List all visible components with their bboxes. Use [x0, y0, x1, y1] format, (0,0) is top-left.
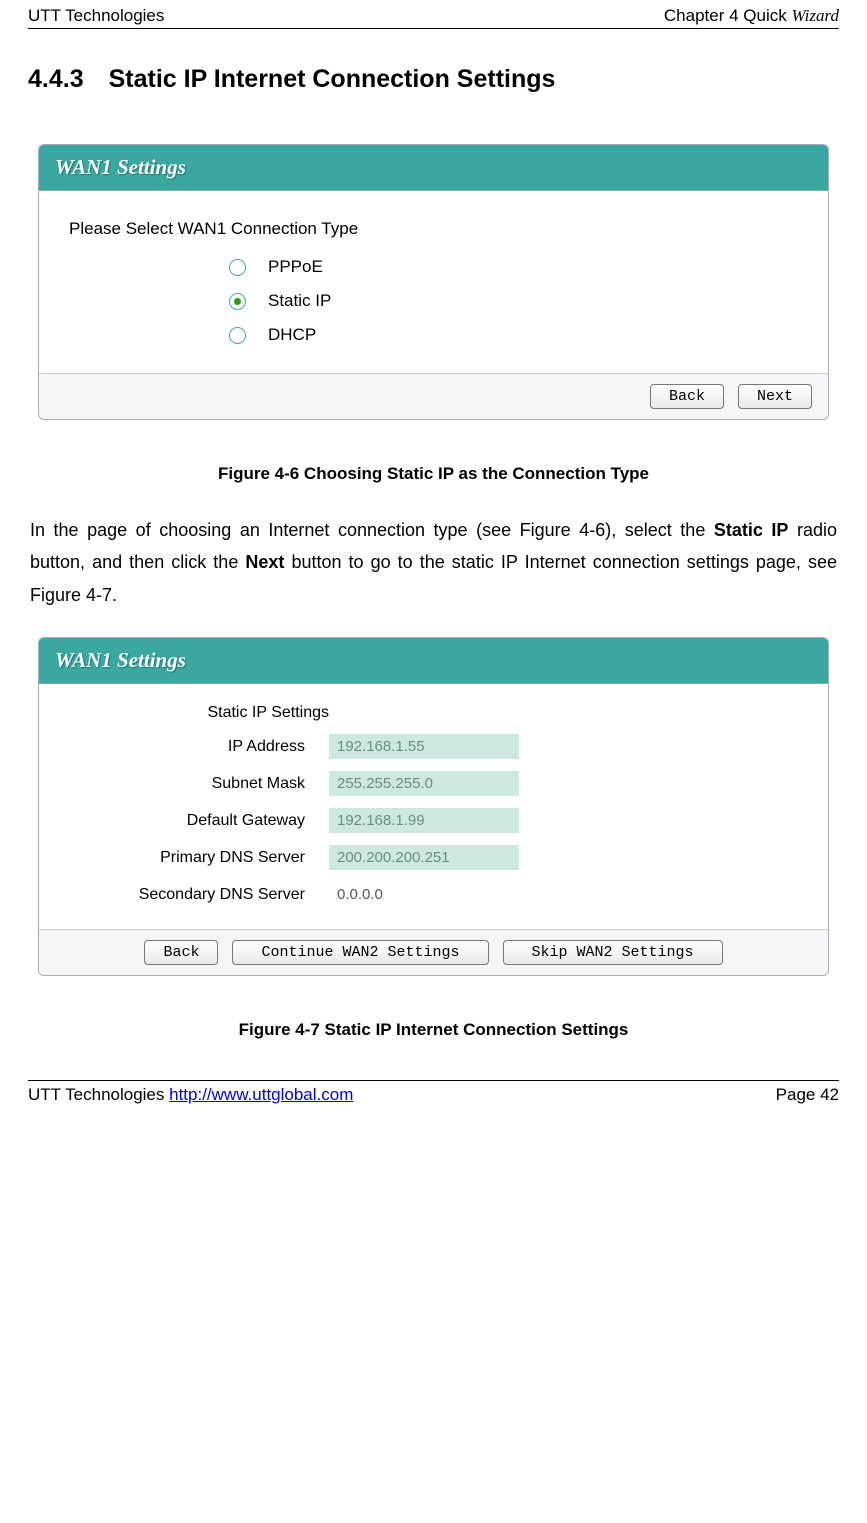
- footer-link[interactable]: http://www.uttglobal.com: [169, 1085, 353, 1104]
- connection-type-prompt: Please Select WAN1 Connection Type: [69, 219, 798, 239]
- panel-footer: Back Continue WAN2 Settings Skip WAN2 Se…: [39, 929, 828, 975]
- footer-right: Page 42: [776, 1085, 839, 1105]
- continue-wan2-button[interactable]: Continue WAN2 Settings: [232, 940, 488, 965]
- radio-icon: [229, 293, 246, 310]
- field-label: Default Gateway: [69, 812, 329, 830]
- radio-label: Static IP: [268, 291, 331, 311]
- form-heading: Static IP Settings: [69, 704, 329, 722]
- field-secondary-dns: Secondary DNS Server: [69, 882, 798, 907]
- panel-footer: Back Next: [39, 373, 828, 419]
- page-header: UTT Technologies Chapter 4 Quick Wizard: [28, 0, 839, 29]
- radio-row-pppoe[interactable]: PPPoE: [229, 257, 798, 277]
- figure-caption-4-7: Figure 4-7 Static IP Internet Connection…: [28, 1020, 839, 1040]
- radio-icon: [229, 259, 246, 276]
- header-right: Chapter 4 Quick Wizard: [664, 6, 839, 26]
- radio-row-static-ip[interactable]: Static IP: [229, 291, 798, 311]
- radio-label: DHCP: [268, 325, 316, 345]
- field-label: Subnet Mask: [69, 775, 329, 793]
- body-paragraph: In the page of choosing an Internet conn…: [30, 514, 837, 611]
- section-heading: 4.4.3 Static IP Internet Connection Sett…: [28, 65, 839, 94]
- subnet-mask-input[interactable]: [329, 771, 519, 796]
- radio-row-dhcp[interactable]: DHCP: [229, 325, 798, 345]
- radio-label: PPPoE: [268, 257, 323, 277]
- panel-header: WAN1 Settings: [39, 638, 828, 684]
- panel-title: WAN1 Settings: [55, 155, 186, 179]
- page-footer: UTT Technologies http://www.uttglobal.co…: [28, 1080, 839, 1113]
- back-button[interactable]: Back: [650, 384, 724, 409]
- skip-wan2-button[interactable]: Skip WAN2 Settings: [503, 940, 723, 965]
- connection-type-radio-group: PPPoE Static IP DHCP: [229, 257, 798, 345]
- field-label: Primary DNS Server: [69, 849, 329, 867]
- back-button[interactable]: Back: [144, 940, 218, 965]
- footer-left: UTT Technologies http://www.uttglobal.co…: [28, 1085, 353, 1105]
- secondary-dns-input[interactable]: [329, 882, 519, 907]
- radio-icon: [229, 327, 246, 344]
- primary-dns-input[interactable]: [329, 845, 519, 870]
- ip-address-input[interactable]: [329, 734, 519, 759]
- header-left: UTT Technologies: [28, 6, 164, 26]
- field-label: IP Address: [69, 738, 329, 756]
- wan1-connection-type-panel: WAN1 Settings Please Select WAN1 Connect…: [38, 144, 829, 420]
- next-button[interactable]: Next: [738, 384, 812, 409]
- field-primary-dns: Primary DNS Server: [69, 845, 798, 870]
- panel-header: WAN1 Settings: [39, 145, 828, 191]
- default-gateway-input[interactable]: [329, 808, 519, 833]
- panel-title: WAN1 Settings: [55, 648, 186, 672]
- field-ip-address: IP Address: [69, 734, 798, 759]
- wan1-static-ip-panel: WAN1 Settings Static IP Settings IP Addr…: [38, 637, 829, 976]
- field-label: Secondary DNS Server: [69, 886, 329, 904]
- field-subnet-mask: Subnet Mask: [69, 771, 798, 796]
- field-default-gateway: Default Gateway: [69, 808, 798, 833]
- figure-caption-4-6: Figure 4-6 Choosing Static IP as the Con…: [28, 464, 839, 484]
